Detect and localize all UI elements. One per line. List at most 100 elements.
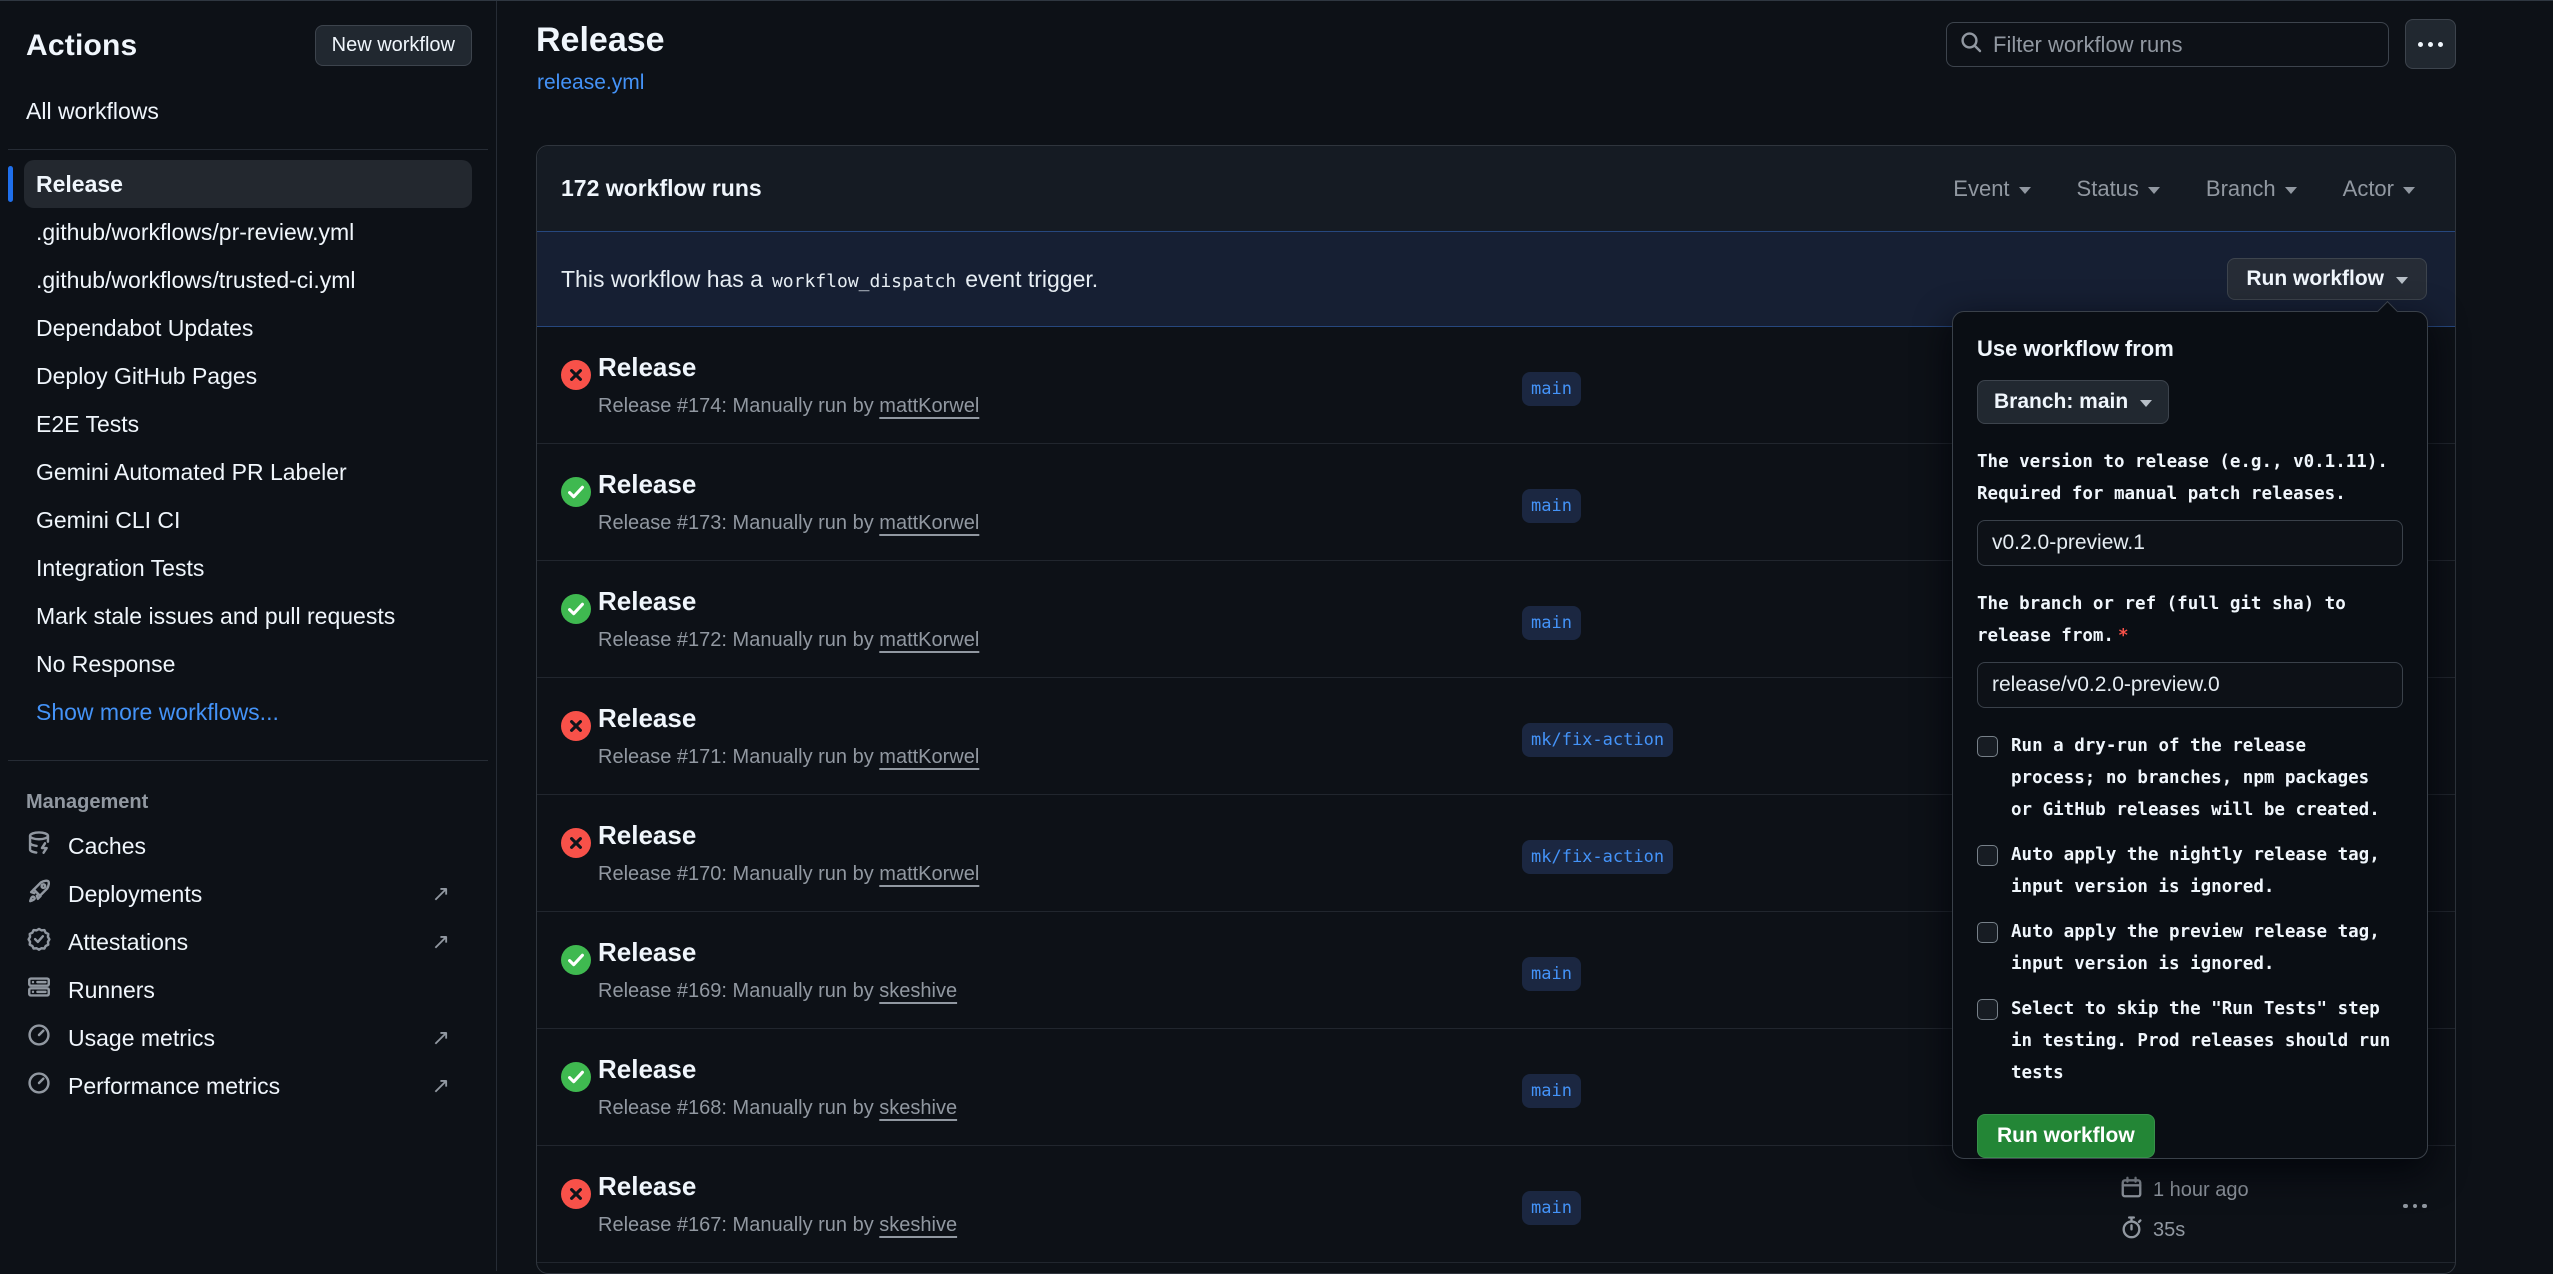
branch-badge[interactable]: main [1522, 372, 1581, 406]
success-status-icon [561, 1062, 591, 1092]
chevron-down-icon [2148, 187, 2160, 194]
filter-actor-dropdown[interactable]: Actor [2343, 176, 2415, 202]
run-title-link[interactable]: Release [598, 820, 696, 851]
checkbox-label: Run a dry-run of the release process; no… [2011, 730, 2380, 826]
filter-branch-dropdown[interactable]: Branch [2206, 176, 2297, 202]
branch-badge[interactable]: mk/fix-action [1522, 723, 1673, 757]
sidebar-item-release[interactable]: Release [24, 160, 472, 208]
run-description: Release #171: Manually run by mattKorwel [598, 746, 979, 769]
sidebar-item-e2e-tests[interactable]: E2E Tests [24, 400, 472, 448]
filter-status-dropdown[interactable]: Status [2077, 176, 2160, 202]
workflow-run-row-partial [537, 1263, 2455, 1273]
sidebar-item-label: Runners [68, 977, 155, 1004]
actor-link[interactable]: mattKorwel [879, 395, 979, 417]
stopwatch-icon [2119, 1215, 2144, 1246]
run-title-link[interactable]: Release [598, 937, 696, 968]
actor-link[interactable]: skeshive [879, 1214, 957, 1236]
new-workflow-button[interactable]: New workflow [315, 25, 472, 66]
actor-link[interactable]: skeshive [879, 980, 957, 1002]
branch-badge[interactable]: mk/fix-action [1522, 840, 1673, 874]
show-more-workflows-link[interactable]: Show more workflows... [24, 688, 472, 736]
actor-link[interactable]: mattKorwel [879, 863, 979, 885]
run-options-kebab-button[interactable] [2387, 1191, 2443, 1221]
sidebar-item-pr-review[interactable]: .github/workflows/pr-review.yml [24, 208, 472, 256]
branch-badge[interactable]: main [1522, 957, 1581, 991]
version-input[interactable] [1977, 520, 2403, 566]
run-title-link[interactable]: Release [598, 586, 696, 617]
chevron-down-icon [2019, 187, 2031, 194]
kebab-icon [2403, 1204, 2408, 1209]
success-status-icon [561, 945, 591, 975]
page-title: Release [536, 21, 665, 60]
run-workflow-dropdown-button[interactable]: Run workflow [2227, 258, 2427, 300]
external-link-arrow: ↗ [432, 881, 450, 907]
sidebar-item-performance-metrics[interactable]: Performance metrics ↗ [0, 1062, 496, 1110]
run-description: Release #173: Manually run by mattKorwel [598, 512, 979, 535]
sidebar-item-no-response[interactable]: No Response [24, 640, 472, 688]
sidebar-item-gemini-pr-labeler[interactable]: Gemini Automated PR Labeler [24, 448, 472, 496]
run-time: 1 hour ago [2153, 1179, 2249, 1202]
sidebar-item-dependabot[interactable]: Dependabot Updates [24, 304, 472, 352]
preview-tag-checkbox-row: Auto apply the preview release tag, inpu… [1977, 916, 2403, 980]
chevron-down-icon [2403, 187, 2415, 194]
sidebar-item-label: Performance metrics [68, 1073, 280, 1100]
run-title-link[interactable]: Release [598, 352, 696, 383]
actor-link[interactable]: skeshive [879, 1097, 957, 1119]
run-title-link[interactable]: Release [598, 703, 696, 734]
checkbox-label: Select to skip the "Run Tests" step in t… [2011, 993, 2390, 1089]
failure-status-icon [561, 828, 591, 858]
actor-link[interactable]: mattKorwel [879, 629, 979, 651]
run-workflow-submit-button[interactable]: Run workflow [1977, 1114, 2155, 1158]
sidebar-item-label: Caches [68, 833, 146, 860]
sidebar-item-mark-stale[interactable]: Mark stale issues and pull requests [24, 592, 472, 640]
sidebar-item-usage-metrics[interactable]: Usage metrics ↗ [0, 1014, 496, 1062]
verified-icon [26, 926, 52, 958]
run-title-link[interactable]: Release [598, 469, 696, 500]
banner-text: This workflow has a workflow_dispatch ev… [561, 266, 1098, 293]
sidebar-item-label: Attestations [68, 929, 188, 956]
branch-badge[interactable]: main [1522, 1191, 1581, 1225]
runs-filters: Event Status Branch Actor [1953, 176, 2415, 202]
ref-input[interactable] [1977, 662, 2403, 708]
workflow-options-kebab-button[interactable] [2405, 19, 2456, 69]
preview-tag-checkbox[interactable] [1977, 922, 1998, 943]
run-title-link[interactable]: Release [598, 1171, 696, 1202]
filter-workflow-runs-input[interactable]: Filter workflow runs [1946, 22, 2389, 67]
branch-selector-button[interactable]: Branch: main [1977, 380, 2169, 424]
sidebar-item-all-workflows[interactable]: All workflows [26, 98, 470, 125]
run-duration: 35s [2153, 1219, 2185, 1242]
external-link-arrow: ↗ [432, 1025, 450, 1051]
branch-badge[interactable]: main [1522, 1074, 1581, 1108]
server-icon [26, 974, 52, 1006]
chevron-down-icon [2285, 187, 2297, 194]
filter-event-dropdown[interactable]: Event [1953, 176, 2030, 202]
run-title-link[interactable]: Release [598, 1054, 696, 1085]
workflow-dispatch-code: workflow_dispatch [772, 271, 956, 292]
ref-field-label: The branch or ref (full git sha) to rele… [1977, 588, 2403, 652]
sidebar-item-caches[interactable]: Caches [0, 822, 496, 870]
checkbox-label: Auto apply the nightly release tag, inpu… [2011, 839, 2380, 903]
management-list: Caches Deployments ↗ Attestations ↗ Runn… [0, 814, 496, 1110]
sidebar-item-integration-tests[interactable]: Integration Tests [24, 544, 472, 592]
branch-badge[interactable]: main [1522, 606, 1581, 640]
sidebar-item-gemini-cli-ci[interactable]: Gemini CLI CI [24, 496, 472, 544]
dry-run-checkbox-row: Run a dry-run of the release process; no… [1977, 730, 2403, 826]
dry-run-checkbox[interactable] [1977, 736, 1998, 757]
sidebar-item-attestations[interactable]: Attestations ↗ [0, 918, 496, 966]
skip-tests-checkbox[interactable] [1977, 999, 1998, 1020]
branch-badge[interactable]: main [1522, 489, 1581, 523]
workflow-file-link[interactable]: release.yml [537, 71, 644, 95]
management-heading: Management [26, 791, 470, 814]
actor-link[interactable]: mattKorwel [879, 746, 979, 768]
external-link-arrow: ↗ [432, 929, 450, 955]
sidebar-item-deployments[interactable]: Deployments ↗ [0, 870, 496, 918]
sidebar-item-trusted-ci[interactable]: .github/workflows/trusted-ci.yml [24, 256, 472, 304]
kebab-icon [2418, 42, 2423, 47]
sidebar-item-deploy-pages[interactable]: Deploy GitHub Pages [24, 352, 472, 400]
chevron-down-icon [2396, 277, 2408, 284]
actor-link[interactable]: mattKorwel [879, 512, 979, 534]
nightly-tag-checkbox[interactable] [1977, 845, 1998, 866]
sidebar-item-runners[interactable]: Runners [0, 966, 496, 1014]
run-description: Release #169: Manually run by skeshive [598, 980, 957, 1003]
workflow-run-row[interactable]: Release Release #167: Manually run by sk… [537, 1146, 2455, 1263]
